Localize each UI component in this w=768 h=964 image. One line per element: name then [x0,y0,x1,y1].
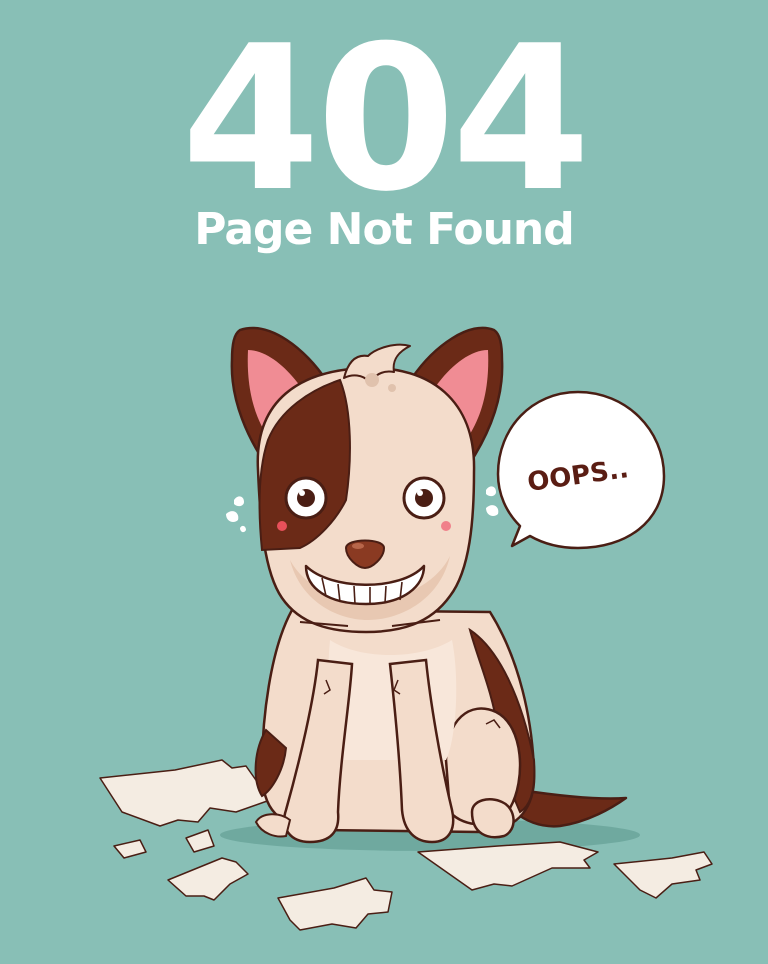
paper-scrap [113,839,147,859]
error-page: 404 Page Not Found OOPS.. [0,0,768,964]
dog-blush-right [441,521,451,531]
dog-eye-right [402,476,446,520]
paper-scrap [185,829,215,853]
dog-eye-left [284,476,328,520]
paper-scrap [167,857,249,901]
puppy-illustration: OOPS.. [99,326,713,931]
dog-paw-back [470,798,515,839]
paper-scrap [613,851,713,899]
speech-bubble: OOPS.. [496,390,666,550]
paper-scrap [99,759,271,827]
dog-freckle [365,373,379,387]
dog-freckle [388,384,396,392]
paper-scrap [277,877,393,931]
dog-blush-left [277,521,287,531]
